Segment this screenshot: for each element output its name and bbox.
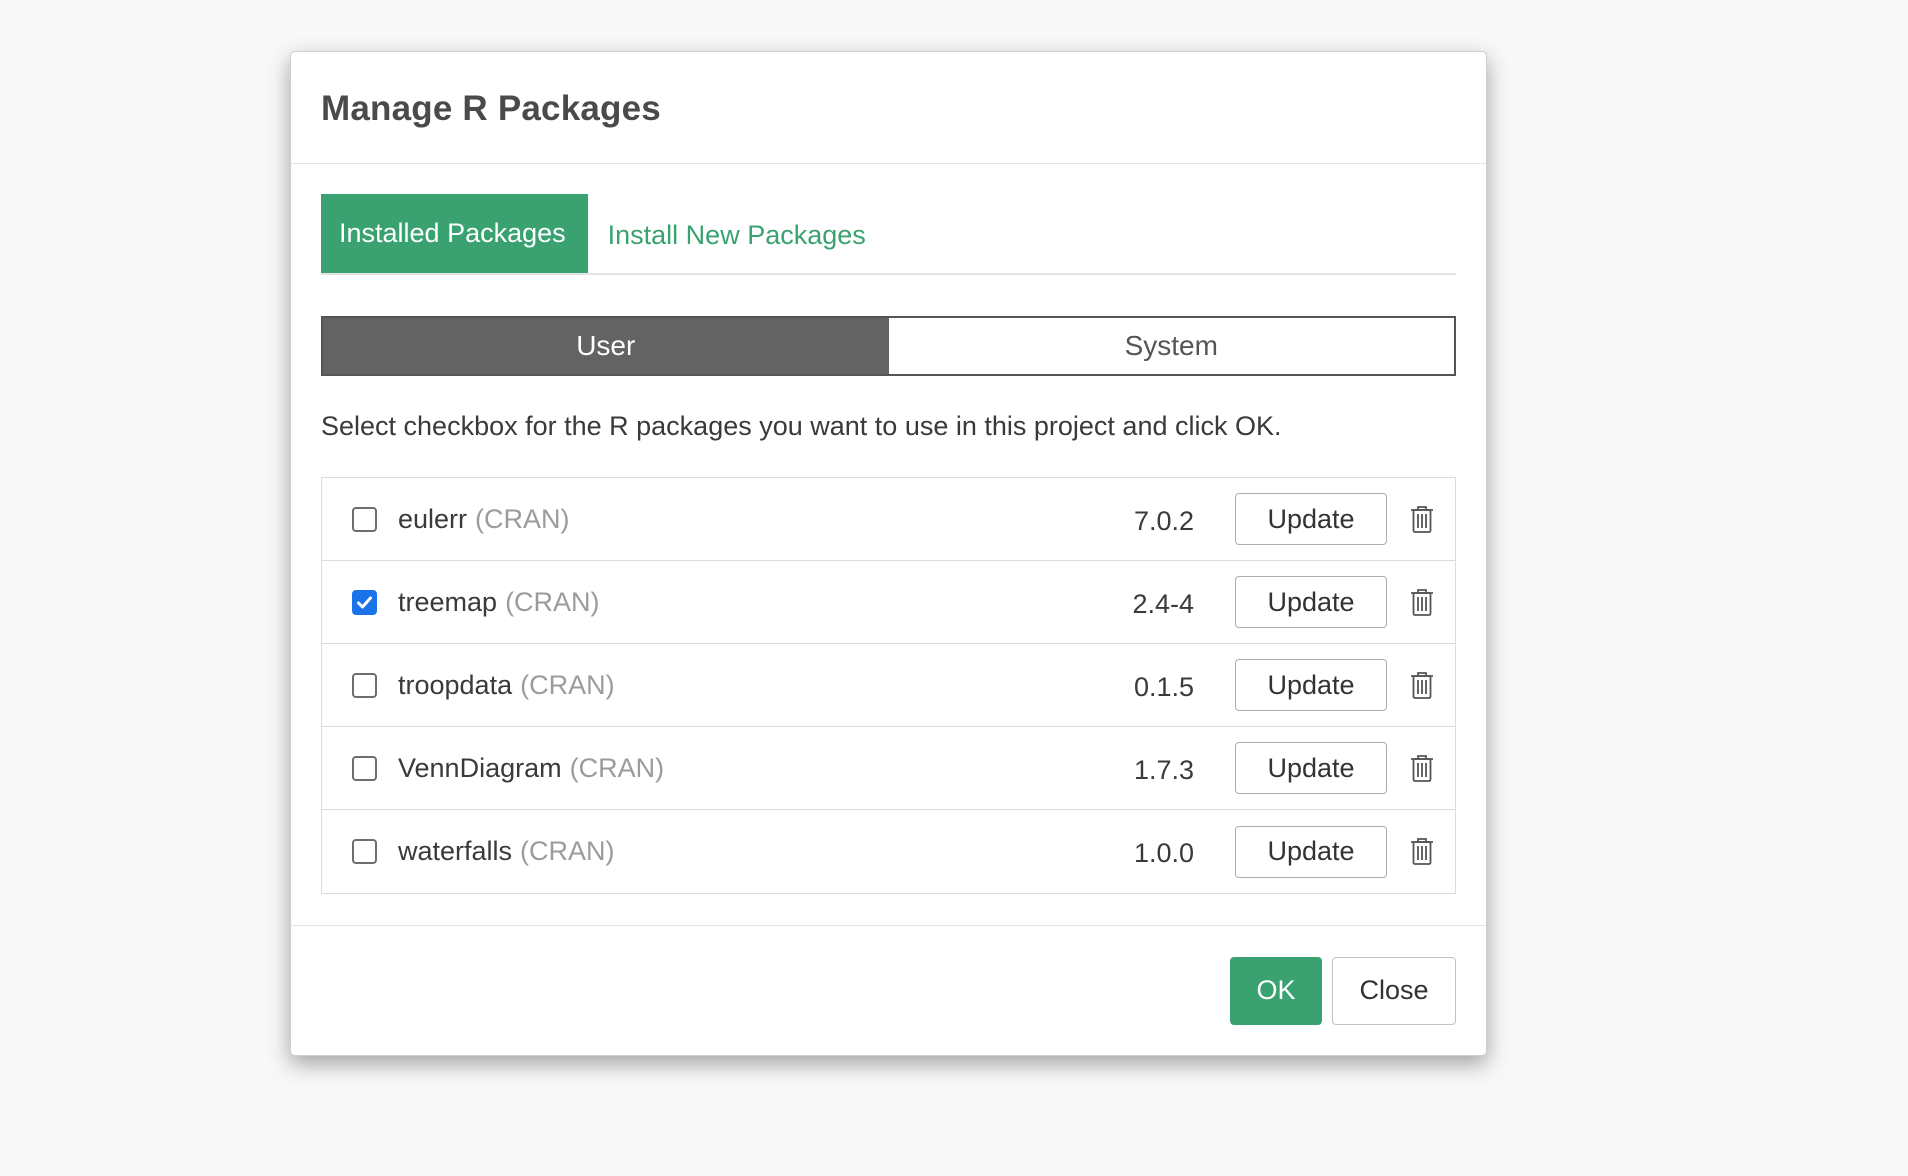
package-version: 1.0.0 xyxy=(1133,838,1194,868)
package-checkbox[interactable] xyxy=(352,755,377,781)
trash-icon[interactable] xyxy=(1409,670,1435,700)
trash-icon[interactable] xyxy=(1409,753,1435,783)
dialog-header: Manage R Packages xyxy=(291,52,1486,164)
package-source: (CRAN) xyxy=(520,836,615,866)
package-name: treemap xyxy=(398,586,498,617)
trash-icon[interactable] xyxy=(1409,587,1435,617)
ok-button[interactable]: OK xyxy=(1230,956,1322,1025)
dialog-body: Installed Packages Install New Packages … xyxy=(291,164,1486,894)
close-button[interactable]: Close xyxy=(1332,956,1456,1025)
update-button[interactable]: Update xyxy=(1235,742,1387,794)
instruction-text: Select checkbox for the R packages you w… xyxy=(321,411,1282,441)
package-row: troopdata (CRAN) 0.1.5 Update xyxy=(322,644,1455,727)
package-name: VennDiagram xyxy=(398,752,562,783)
package-name: waterfalls xyxy=(398,836,513,866)
trash-icon[interactable] xyxy=(1409,504,1435,534)
package-version: 1.7.3 xyxy=(1133,754,1194,785)
segment-system[interactable]: System xyxy=(888,318,1454,374)
package-row: waterfalls (CRAN) 1.0.0 Update xyxy=(322,810,1455,893)
package-checkbox[interactable] xyxy=(352,672,377,698)
library-segmented-control: User System xyxy=(321,316,1456,376)
update-button[interactable]: Update xyxy=(1235,659,1387,711)
package-source: (CRAN) xyxy=(520,669,615,700)
package-checkbox[interactable] xyxy=(352,506,377,532)
package-name: eulerr xyxy=(398,503,468,534)
package-row: eulerr (CRAN) 7.0.2 Update xyxy=(322,478,1455,561)
package-checkbox[interactable] xyxy=(352,589,377,615)
update-button[interactable]: Update xyxy=(1235,825,1387,878)
trash-icon[interactable] xyxy=(1409,837,1435,867)
package-source: (CRAN) xyxy=(569,752,665,783)
package-source: (CRAN) xyxy=(475,503,570,534)
segment-user[interactable]: User xyxy=(323,318,889,374)
update-button[interactable]: Update xyxy=(1235,576,1387,628)
tab-install-new-packages[interactable]: Install New Packages xyxy=(588,194,886,273)
dialog-footer: OK Close xyxy=(291,925,1486,1055)
update-button[interactable]: Update xyxy=(1235,493,1387,545)
package-row: VennDiagram (CRAN) 1.7.3 Update xyxy=(322,727,1455,810)
package-tabs: Installed Packages Install New Packages xyxy=(321,194,1456,275)
package-name: troopdata xyxy=(398,669,513,700)
package-version: 7.0.2 xyxy=(1133,505,1194,536)
dialog-title: Manage R Packages xyxy=(321,89,661,128)
tab-installed-packages[interactable]: Installed Packages xyxy=(321,194,588,273)
manage-packages-dialog: Manage R Packages Installed Packages Ins… xyxy=(290,51,1487,1056)
package-row: treemap (CRAN) 2.4-4 Update xyxy=(322,561,1455,644)
package-version: 0.1.5 xyxy=(1133,671,1194,702)
package-version: 2.4-4 xyxy=(1132,588,1194,619)
package-checkbox[interactable] xyxy=(352,839,377,864)
package-list: eulerr (CRAN) 7.0.2 Update treemap (CRAN… xyxy=(321,477,1456,894)
package-source: (CRAN) xyxy=(505,586,600,617)
